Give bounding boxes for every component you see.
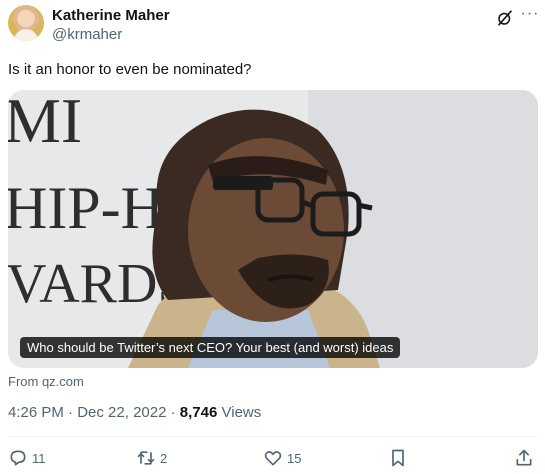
meta-separator: · (170, 404, 180, 421)
more-icon[interactable]: ··· (520, 6, 540, 27)
like-icon (264, 451, 282, 466)
views-count: 8,746 (179, 404, 218, 421)
avatar[interactable] (8, 5, 44, 41)
link-card[interactable]: MI HIP-H VARDS Who should be Twitter’s n… (8, 90, 538, 368)
author-handle[interactable]: @krmaher (52, 26, 122, 43)
grok-icon[interactable] (496, 9, 514, 27)
tweet-time[interactable]: 4:26 PM (8, 404, 64, 421)
tweet-meta: 4:26 PM · Dec 22, 2022 · 8,746 Views (8, 404, 261, 421)
reply-icon (10, 450, 26, 466)
retweet-count: 2 (160, 450, 168, 466)
bookmark-icon (392, 449, 404, 467)
tweet-date[interactable]: Dec 22, 2022 (77, 404, 166, 421)
backdrop-line-2: HIP-H (8, 175, 164, 241)
card-source[interactable]: From qz.com (8, 374, 84, 389)
card-image: MI HIP-H VARDS (8, 90, 538, 368)
reply-count: 11 (32, 450, 46, 466)
bookmark-button[interactable] (388, 446, 408, 470)
reply-button[interactable]: 11 (8, 446, 46, 470)
divider (8, 436, 538, 437)
card-caption: Who should be Twitter’s next CEO? Your b… (20, 337, 401, 358)
action-bar: 11 2 15 (8, 446, 538, 470)
share-button[interactable] (514, 446, 534, 470)
tweet-text: Is it an honor to even be nominated? (8, 61, 252, 78)
like-button[interactable]: 15 (263, 446, 301, 470)
retweet-icon (137, 451, 155, 465)
views-label: Views (221, 404, 262, 421)
author-name[interactable]: Katherine Maher (52, 7, 170, 24)
like-count: 15 (287, 450, 302, 466)
tweet-header: Katherine Maher @krmaher ··· (8, 5, 538, 45)
retweet-button[interactable]: 2 (136, 446, 167, 470)
share-icon (516, 449, 532, 466)
meta-separator: · (68, 404, 78, 421)
backdrop-line-1: MI (8, 90, 82, 156)
